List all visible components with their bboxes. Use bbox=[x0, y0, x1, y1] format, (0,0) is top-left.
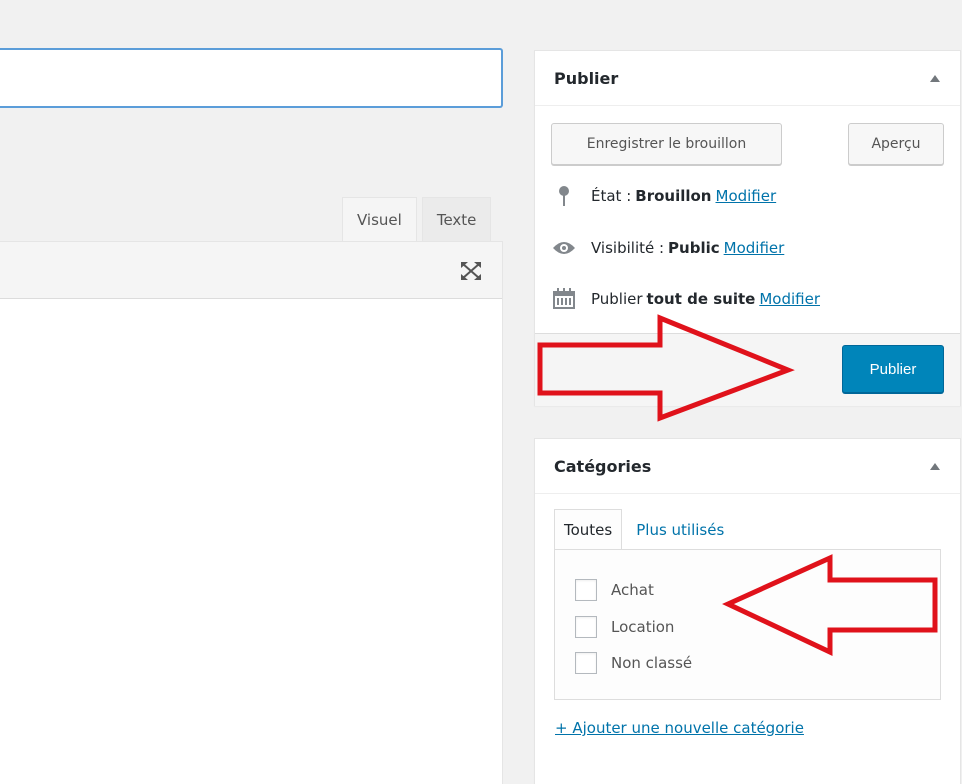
schedule-prefix: Publier bbox=[591, 290, 643, 308]
eye-icon bbox=[551, 236, 577, 260]
editor-area[interactable] bbox=[0, 241, 503, 784]
status-prefix: État : bbox=[591, 187, 632, 205]
collapse-toggle-icon[interactable] bbox=[930, 462, 940, 470]
publish-button[interactable]: Publier bbox=[842, 345, 944, 393]
tab-text[interactable]: Texte bbox=[421, 197, 492, 241]
status-row: État : Brouillon Modifier bbox=[551, 184, 776, 208]
categories-box-header: Catégories bbox=[535, 439, 960, 494]
save-draft-button[interactable]: Enregistrer le brouillon bbox=[551, 123, 782, 165]
fullscreen-icon[interactable] bbox=[459, 260, 483, 282]
schedule-row: Publier tout de suite Modifier bbox=[551, 287, 820, 311]
category-item-non-classe[interactable]: Non classé bbox=[575, 652, 692, 674]
publish-box-title: Publier bbox=[554, 68, 619, 88]
categories-box-title: Catégories bbox=[554, 456, 652, 476]
publish-box: Publier Enregistrer le brouillon Aperçu … bbox=[534, 50, 961, 406]
category-checkbox[interactable] bbox=[575, 579, 597, 601]
category-label: Achat bbox=[611, 581, 654, 599]
schedule-value: tout de suite bbox=[646, 290, 756, 308]
visibility-value: Public bbox=[668, 239, 720, 257]
tab-all-categories[interactable]: Toutes bbox=[554, 509, 623, 550]
editor-toolbar bbox=[0, 242, 502, 299]
category-label: Non classé bbox=[611, 654, 693, 672]
category-tabs: Toutes Plus utilisés bbox=[554, 509, 733, 550]
category-checklist: Achat Location Non classé bbox=[554, 549, 941, 700]
add-new-category-link[interactable]: + Ajouter une nouvelle catégorie bbox=[555, 719, 804, 737]
status-edit-link[interactable]: Modifier bbox=[716, 187, 777, 205]
publish-actions: Publier bbox=[535, 333, 960, 406]
post-title-input[interactable] bbox=[0, 48, 503, 108]
schedule-edit-link[interactable]: Modifier bbox=[759, 290, 820, 308]
visibility-edit-link[interactable]: Modifier bbox=[724, 239, 785, 257]
categories-box: Catégories Toutes Plus utilisés Achat Lo… bbox=[534, 438, 961, 784]
category-item-achat[interactable]: Achat bbox=[575, 579, 654, 601]
preview-button[interactable]: Aperçu bbox=[848, 123, 944, 165]
visibility-prefix: Visibilité : bbox=[591, 239, 665, 257]
category-checkbox[interactable] bbox=[575, 652, 597, 674]
status-value: Brouillon bbox=[635, 187, 712, 205]
visibility-row: Visibilité : Public Modifier bbox=[551, 236, 784, 260]
collapse-toggle-icon[interactable] bbox=[930, 74, 940, 82]
category-label: Location bbox=[611, 618, 675, 636]
publish-box-header: Publier bbox=[535, 51, 960, 106]
editor-mode-tabs: Visuel Texte bbox=[342, 197, 496, 242]
pin-icon bbox=[551, 184, 577, 208]
tab-most-used[interactable]: Plus utilisés bbox=[622, 509, 733, 550]
tab-visual[interactable]: Visuel bbox=[342, 197, 417, 242]
category-checkbox[interactable] bbox=[575, 616, 597, 638]
category-item-location[interactable]: Location bbox=[575, 616, 674, 638]
calendar-icon bbox=[551, 287, 577, 311]
